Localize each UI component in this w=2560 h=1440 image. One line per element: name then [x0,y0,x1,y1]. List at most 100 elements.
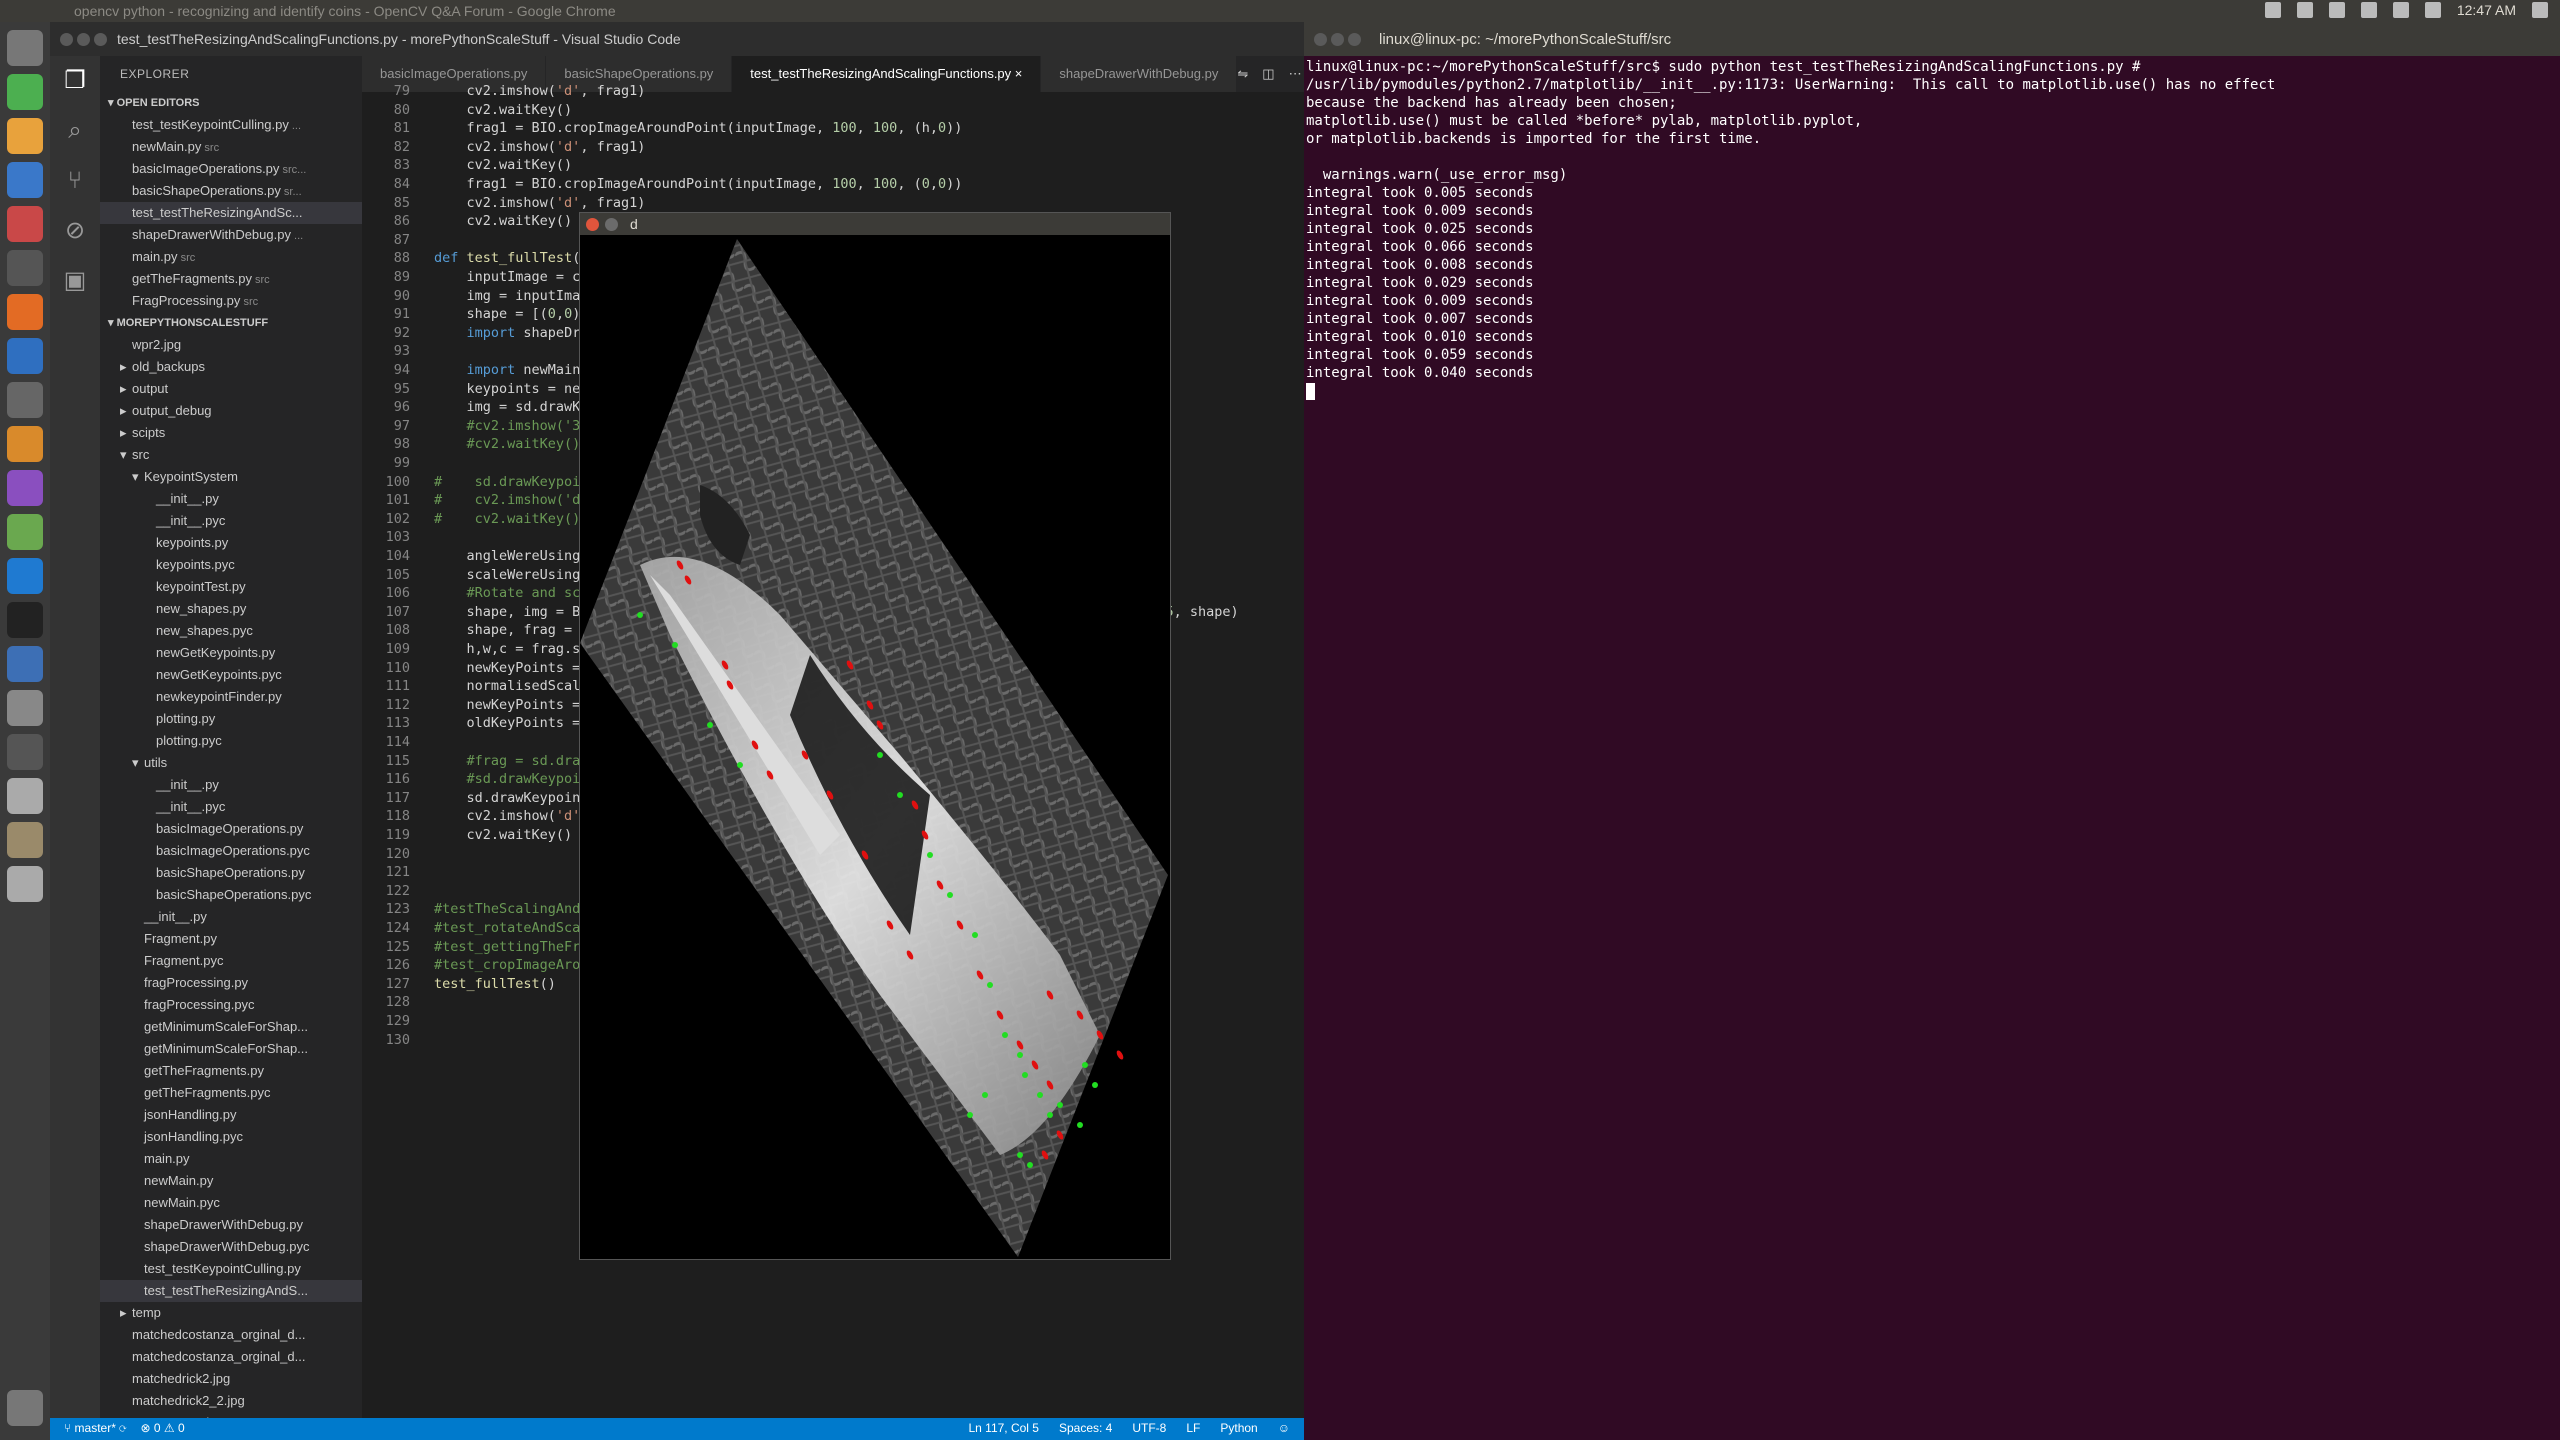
minimize-button[interactable] [1331,32,1344,46]
open-editor-item[interactable]: shapeDrawerWithDebug.py ... [100,224,362,246]
tree-folder[interactable]: ▸ scipts [100,422,362,444]
app-icon[interactable] [7,470,43,506]
drive-icon[interactable] [7,866,43,902]
minimize-button[interactable] [605,217,618,231]
tree-file[interactable]: basicImageOperations.pyc [100,840,362,862]
power-icon[interactable] [2532,2,2548,18]
feedback-icon[interactable]: ☺ [1278,1421,1290,1435]
tree-file[interactable]: main.py [100,1148,362,1170]
branch-status[interactable]: ⑂ master* ⟳ [64,1421,126,1435]
debug-icon[interactable]: ⊘ [50,206,100,256]
maximize-button[interactable] [1348,32,1361,46]
tree-file[interactable]: shapeDrawerWithDebug.pyc [100,1236,362,1258]
maximize-button[interactable] [94,32,107,46]
close-tab-icon[interactable]: × [1011,66,1023,81]
code-line[interactable]: 82 cv2.imshow('d', frag1) [362,138,1304,157]
open-editor-item[interactable]: test_testKeypointCulling.py ... [100,114,362,136]
tree-file[interactable]: __init__.py [100,906,362,928]
open-editors-header[interactable]: ▾ OPEN EDITORS [100,92,362,114]
code-line[interactable]: 85 cv2.imshow('d', frag1) [362,194,1304,213]
terminal-icon[interactable] [7,602,43,638]
network-icon[interactable] [2392,2,2409,18]
tree-file[interactable]: new_shapes.pyc [100,620,362,642]
tree-file[interactable]: newGetKeypoints.pyc [100,664,362,686]
tree-file[interactable]: plotting.pyc [100,730,362,752]
tree-file[interactable]: test_testTheResizingAndS... [100,1280,362,1302]
indentation[interactable]: Spaces: 4 [1059,1421,1112,1435]
open-editor-item[interactable]: FragProcessing.py src [100,290,362,312]
tree-file[interactable]: newMain.py [100,1170,362,1192]
tree-file[interactable]: basicShapeOperations.py [100,862,362,884]
open-editor-item[interactable]: test_testTheResizingAndSc... [100,202,362,224]
cursor-position[interactable]: Ln 117, Col 5 [968,1421,1039,1435]
tree-file[interactable]: Fragment.py [100,928,362,950]
files-icon[interactable]: ❐ [50,56,100,106]
tree-file[interactable]: getMinimumScaleForShap... [100,1016,362,1038]
tree-folder[interactable]: ▸ output [100,378,362,400]
app-icon[interactable] [7,734,43,770]
tree-file[interactable]: keypoints.py [100,532,362,554]
trash-icon[interactable] [7,1390,43,1426]
tree-file[interactable]: Fragment.pyc [100,950,362,972]
tree-file[interactable]: getTheFragments.py [100,1060,362,1082]
search-icon[interactable]: ⌕ [50,106,100,156]
code-line[interactable]: 79 cv2.imshow('d', frag1) [362,82,1304,101]
app-icon[interactable] [7,426,43,462]
tree-file[interactable]: basicImageOperations.py [100,818,362,840]
app-icon[interactable] [7,206,43,242]
tree-file[interactable]: jsonHandling.pyc [100,1126,362,1148]
tree-file[interactable]: __init__.py [100,488,362,510]
tree-file[interactable]: shapeDrawerWithDebug.py [100,1214,362,1236]
tree-file[interactable]: newGetKeypoints.py [100,642,362,664]
tree-folder[interactable]: ▾ utils [100,752,362,774]
tree-folder[interactable]: ▾ src [100,444,362,466]
clock[interactable]: 12:47 AM [2457,2,2516,18]
line-endings[interactable]: LF [1186,1421,1200,1435]
open-editor-item[interactable]: basicImageOperations.py src... [100,158,362,180]
tree-file[interactable]: matchedcostanza_orginal_d... [100,1324,362,1346]
tree-file[interactable]: newMain.pyc [100,1192,362,1214]
tree-file[interactable]: __init__.pyc [100,510,362,532]
open-editor-item[interactable]: basicShapeOperations.py sr... [100,180,362,202]
code-line[interactable]: 84 frag1 = BIO.cropImageAroundPoint(inpu… [362,175,1304,194]
tree-folder[interactable]: ▸ temp [100,1302,362,1324]
tree-file[interactable]: __init__.pyc [100,796,362,818]
app-icon[interactable] [7,162,43,198]
code-line[interactable]: 81 frag1 = BIO.cropImageAroundPoint(inpu… [362,119,1304,138]
chat-icon[interactable] [2296,2,2313,18]
app-icon[interactable] [7,514,43,550]
vscode-icon[interactable] [7,558,43,594]
code-line[interactable]: 80 cv2.waitKey() [362,101,1304,120]
app-icon[interactable] [7,250,43,286]
bluetooth-icon[interactable] [2360,2,2377,18]
folder-icon[interactable] [7,822,43,858]
settings-icon[interactable] [7,382,43,418]
open-editor-item[interactable]: newMain.py src [100,136,362,158]
close-button[interactable] [60,32,73,46]
help-icon[interactable] [7,690,43,726]
tree-file[interactable]: fragProcessing.py [100,972,362,994]
tree-file[interactable]: newkeypointFinder.py [100,686,362,708]
tree-file[interactable]: matchedcostanza_orginal_d... [100,1346,362,1368]
tree-file[interactable]: matchedrick2.jpg [100,1368,362,1390]
project-header[interactable]: ▾ MOREPYTHONSCALESTUFF [100,312,362,334]
tree-folder[interactable]: ▸ output_debug [100,400,362,422]
problems-status[interactable]: ⊗ 0 ⚠ 0 [140,1421,184,1435]
app-icon[interactable] [7,646,43,682]
chrome-icon[interactable] [7,118,43,154]
tree-file[interactable]: __init__.py [100,774,362,796]
dropbox-icon[interactable] [2264,2,2281,18]
volume-icon[interactable] [2424,2,2441,18]
tree-file[interactable]: keypointTest.py [100,576,362,598]
tree-file[interactable]: keypoints.pyc [100,554,362,576]
encoding[interactable]: UTF-8 [1132,1421,1166,1435]
tree-file[interactable]: basicShapeOperations.pyc [100,884,362,906]
extensions-icon[interactable]: ▣ [50,256,100,306]
close-button[interactable] [586,217,599,231]
language-mode[interactable]: Python [1220,1421,1257,1435]
app-icon[interactable] [7,74,43,110]
tree-file[interactable]: new_shapes.py [100,598,362,620]
tree-file[interactable]: wpr2.jpg [100,334,362,356]
tree-file[interactable]: fragProcessing.pyc [100,994,362,1016]
tree-file[interactable]: matchedrick2_2.jpg [100,1390,362,1412]
